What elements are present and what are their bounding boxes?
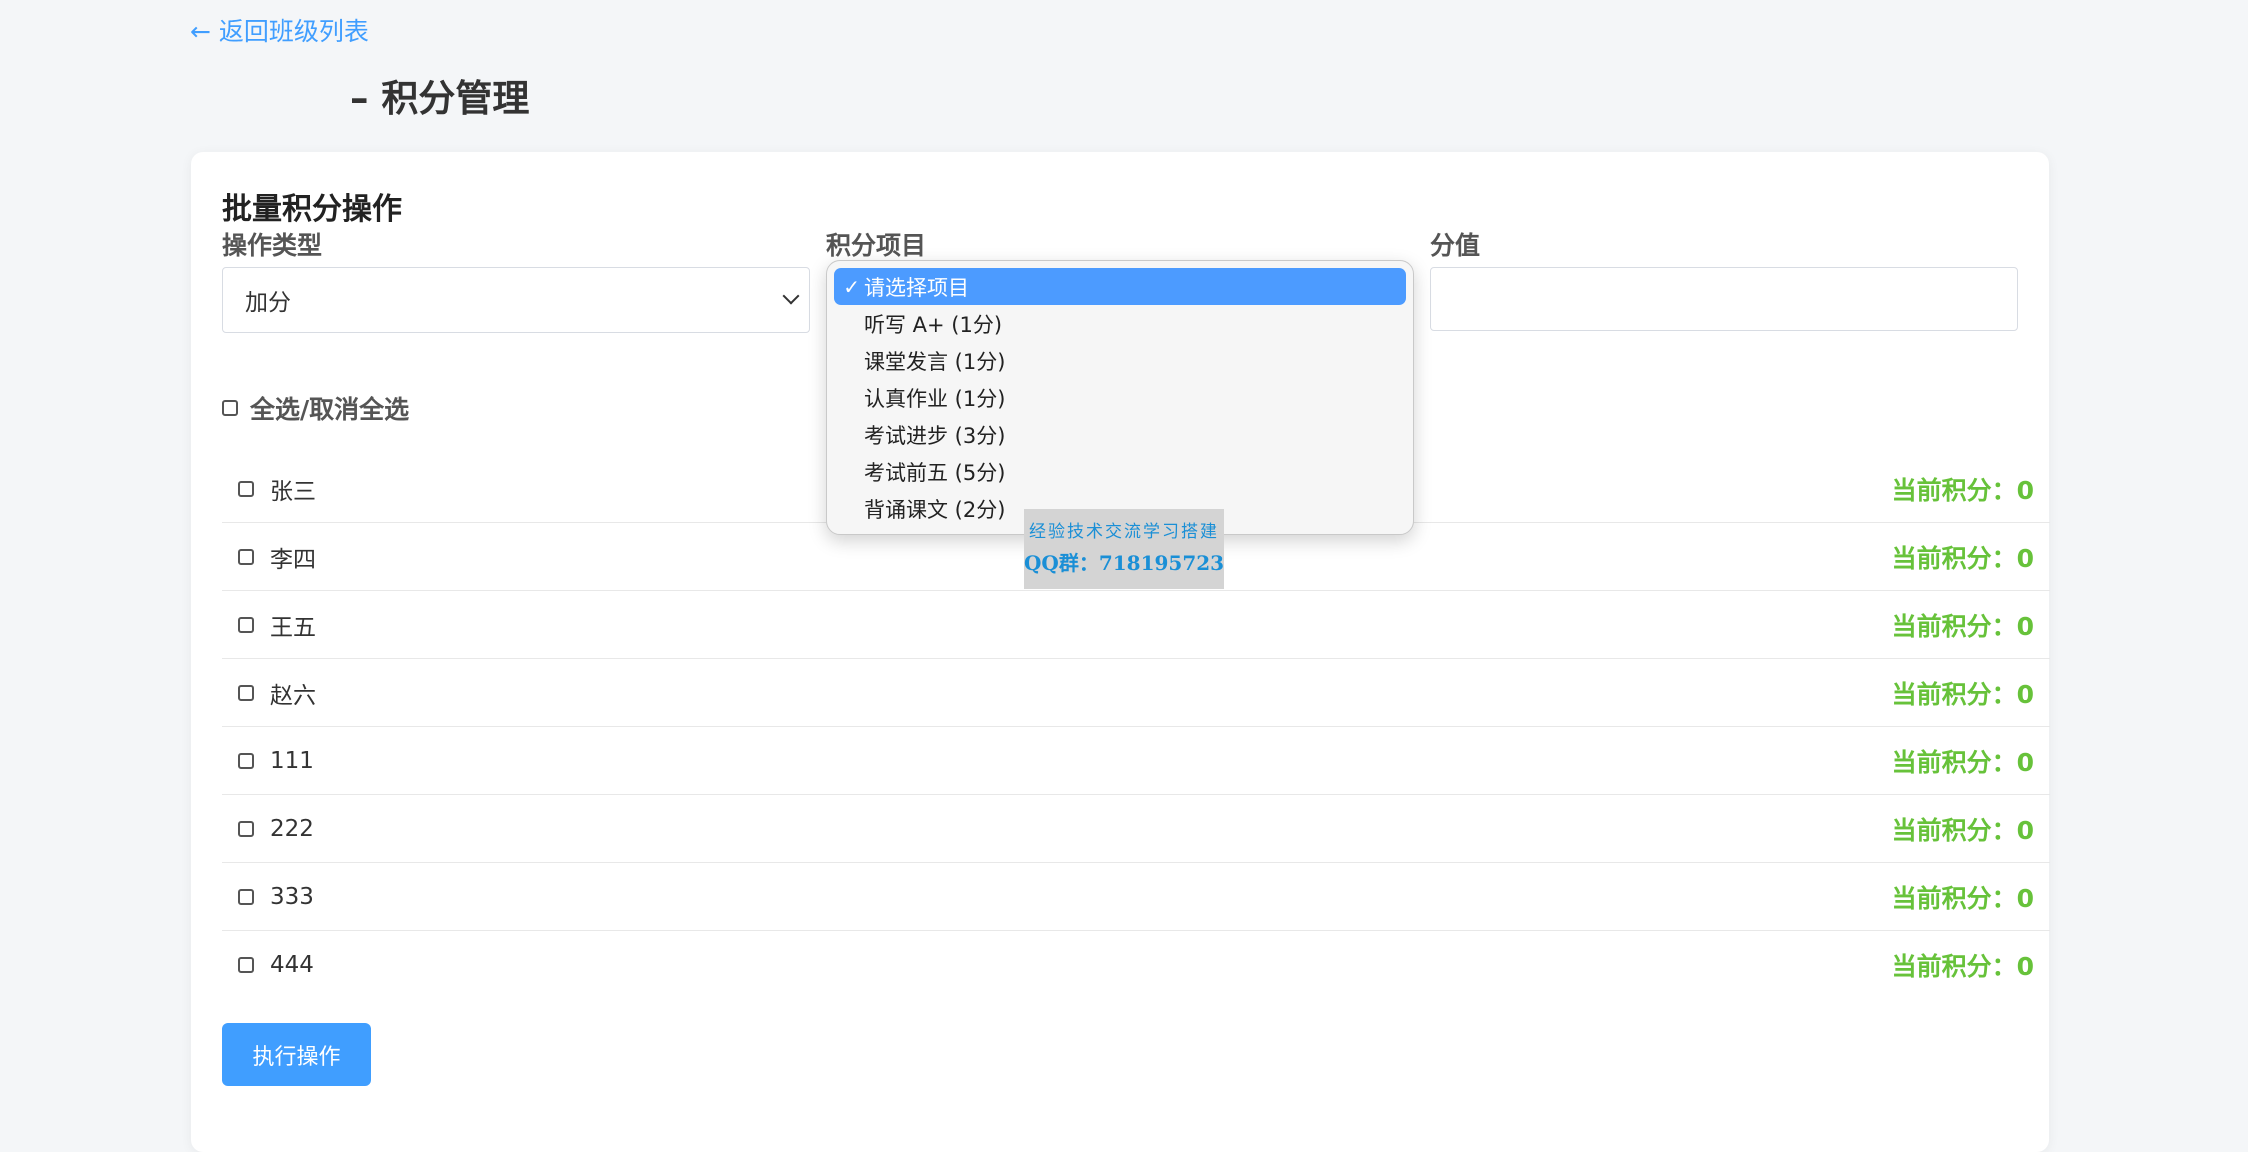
watermark-line2: QQ群：718195723 [1024, 551, 1225, 575]
points-value-label: 分值 [1430, 231, 1481, 260]
points-item-dropdown[interactable]: ✓ 请选择项目 听写 A+ (1分) 课堂发言 (1分) 认真作业 (1分) 考… [826, 260, 1414, 535]
points-item-label: 积分项目 [826, 231, 927, 260]
student-row[interactable]: 222 当前积分：0 [222, 795, 2050, 863]
student-row[interactable]: 王五 当前积分：0 [222, 591, 2050, 659]
dropdown-option-label: 考试前五 (5分) [864, 460, 1006, 485]
op-type-selected-value: 加分 [245, 290, 291, 316]
student-score: 当前积分：0 [1891, 679, 2034, 709]
dropdown-option[interactable]: 考试进步 (3分) [834, 416, 1406, 453]
student-name: 222 [270, 815, 314, 842]
page-title: – 积分管理 [350, 77, 530, 120]
student-score: 当前积分：0 [1891, 475, 2034, 505]
dropdown-option[interactable]: 考试前五 (5分) [834, 453, 1406, 490]
section-title: 批量积分操作 [222, 192, 402, 227]
dropdown-option-label: 认真作业 (1分) [864, 386, 1006, 411]
dropdown-option-label: 听写 A+ (1分) [864, 312, 1003, 337]
execute-button[interactable]: 执行操作 [222, 1023, 371, 1086]
dropdown-option[interactable]: 听写 A+ (1分) [834, 305, 1406, 342]
student-checkbox[interactable] [238, 684, 254, 701]
student-checkbox[interactable] [238, 752, 254, 769]
checkmark-icon: ✓ [843, 274, 860, 299]
select-all-checkbox[interactable] [222, 400, 238, 416]
op-type-select[interactable]: 加分 [222, 267, 810, 333]
student-name: 444 [270, 951, 314, 978]
dropdown-option[interactable]: 认真作业 (1分) [834, 379, 1406, 416]
dropdown-option[interactable]: 课堂发言 (1分) [834, 342, 1406, 379]
points-value-input[interactable] [1430, 267, 2018, 331]
student-score: 当前积分：0 [1891, 543, 2034, 573]
op-type-label: 操作类型 [222, 231, 323, 260]
chevron-down-icon [782, 287, 800, 305]
student-score: 当前积分：0 [1891, 815, 2034, 845]
dropdown-option-label: 课堂发言 (1分) [864, 349, 1006, 374]
student-name: 111 [270, 747, 314, 774]
dropdown-option-label: 考试进步 (3分) [864, 423, 1006, 448]
dropdown-option[interactable]: ✓ 请选择项目 [834, 268, 1406, 305]
select-all-toggle[interactable]: 全选/取消全选 [222, 390, 409, 426]
student-checkbox[interactable] [238, 480, 254, 497]
student-checkbox[interactable] [238, 820, 254, 837]
student-score: 当前积分：0 [1891, 951, 2034, 981]
watermark-overlay: 经验技术交流学习搭建 QQ群：718195723 [1024, 509, 1224, 589]
student-score: 当前积分：0 [1891, 883, 2034, 913]
dropdown-option-label: 请选择项目 [864, 275, 969, 300]
student-row[interactable]: 444 当前积分：0 [222, 931, 2050, 998]
student-name: 王五 [270, 614, 316, 641]
student-name: 张三 [270, 478, 316, 505]
student-row[interactable]: 333 当前积分：0 [222, 863, 2050, 931]
watermark-line1: 经验技术交流学习搭建 [1029, 522, 1219, 542]
student-name: 李四 [270, 546, 316, 573]
student-checkbox[interactable] [238, 548, 254, 565]
dropdown-option-label: 背诵课文 (2分) [864, 497, 1006, 522]
student-checkbox[interactable] [238, 888, 254, 905]
student-name: 赵六 [270, 682, 316, 709]
student-checkbox[interactable] [238, 616, 254, 633]
student-checkbox[interactable] [238, 956, 254, 973]
student-score: 当前积分：0 [1891, 747, 2034, 777]
student-name: 333 [270, 883, 314, 910]
student-row[interactable]: 111 当前积分：0 [222, 727, 2050, 795]
student-score: 当前积分：0 [1891, 611, 2034, 641]
back-to-class-list-link[interactable]: ← 返回班级列表 [190, 12, 369, 48]
student-row[interactable]: 赵六 当前积分：0 [222, 659, 2050, 727]
select-all-label: 全选/取消全选 [250, 395, 410, 424]
